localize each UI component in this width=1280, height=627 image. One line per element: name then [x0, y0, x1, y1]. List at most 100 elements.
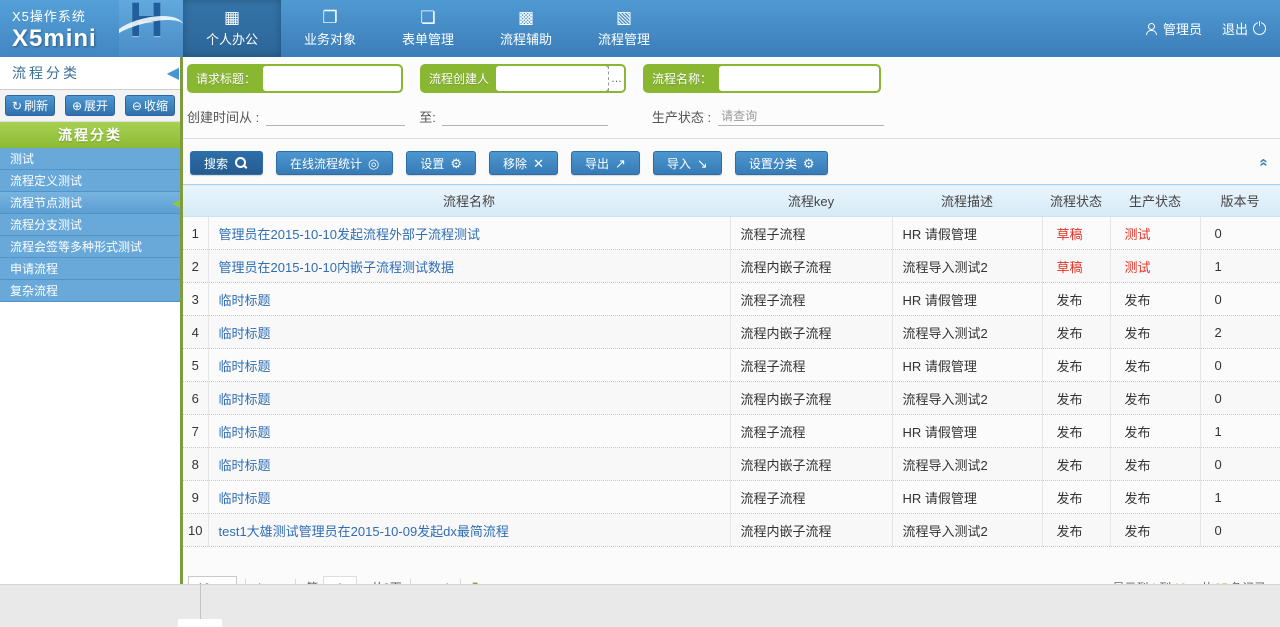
process-name-link[interactable]: 管理员在2015-10-10发起流程外部子流程测试 [219, 227, 481, 242]
process-name-cell: 临时标题 [208, 481, 730, 514]
table-row[interactable]: 8 临时标题 流程内嵌子流程 流程导入测试2 发布 发布 0 [183, 448, 1280, 481]
toolbar-button[interactable]: 设置 ⚙ [406, 151, 476, 175]
tree-item[interactable]: 流程节点测试 ◀ [0, 192, 180, 214]
prod-status-input[interactable] [718, 108, 884, 126]
prod-status-cell: 发布 [1110, 481, 1200, 514]
sidebar-collapse-arrow-icon[interactable]: ◀ [167, 63, 179, 83]
toolbar-button[interactable]: 导入 ↘ [653, 151, 722, 175]
date-from-label: 创建时间从 : [187, 107, 259, 126]
process-name-link[interactable]: 临时标题 [219, 425, 271, 440]
process-status-cell: 草稿 [1042, 217, 1110, 250]
table-row[interactable]: 10 test1大雄测试管理员在2015-10-09发起dx最简流程 流程内嵌子… [183, 514, 1280, 547]
table-row[interactable]: 1 管理员在2015-10-10发起流程外部子流程测试 流程子流程 HR 请假管… [183, 217, 1280, 250]
selected-item-arrow-icon: ◀ [172, 195, 180, 211]
search-field-input[interactable] [263, 66, 401, 91]
table-row[interactable]: 5 临时标题 流程子流程 HR 请假管理 发布 发布 0 [183, 349, 1280, 382]
nav-tab-icon: ❐ [322, 9, 337, 26]
sidebar: 流程分类 ◀ ↻ 刷新 ⊕ 展开 ⊖ 收缩 流程分类 测试 ◀ [0, 57, 180, 585]
toolbar-button[interactable]: 导出 ↗ [571, 151, 640, 175]
toolbar-button-label: 导出 [585, 155, 609, 172]
process-name-link[interactable]: 临时标题 [219, 392, 271, 407]
date-to-label: 至: [419, 107, 436, 126]
nav-tab[interactable]: ❐ 业务对象 [281, 0, 379, 57]
date-from-input[interactable] [266, 108, 405, 126]
process-table: 流程名称 流程key 流程描述 流程状态 生产状态 版本号 1 管理员在2015… [183, 184, 1280, 547]
toolbar-button[interactable]: 在线流程统计 ◎ [276, 151, 393, 175]
logout-button[interactable]: 退出 [1222, 19, 1266, 38]
brand-text: X5操作系统 X5mini [12, 4, 97, 53]
current-user[interactable]: 管理员 [1146, 19, 1202, 38]
app-name: X5mini [12, 25, 97, 53]
table-row[interactable]: 7 临时标题 流程子流程 HR 请假管理 发布 发布 1 [183, 415, 1280, 448]
process-desc-cell: 流程导入测试2 [892, 514, 1042, 547]
process-name-link[interactable]: 管理员在2015-10-10内嵌子流程测试数据 [219, 260, 455, 275]
toolbar-button[interactable]: 设置分类 ⚙ [735, 151, 829, 175]
date-filter-row: 创建时间从 : 至: 生产状态 : [187, 107, 1280, 126]
process-status-cell: 发布 [1042, 382, 1110, 415]
table-row[interactable]: 9 临时标题 流程子流程 HR 请假管理 发布 发布 1 [183, 481, 1280, 514]
tree-item[interactable]: 流程分支测试 ◀ [0, 214, 180, 236]
nav-tab[interactable]: ▦ 个人办公 [183, 0, 281, 57]
nav-tab[interactable]: ▩ 流程辅助 [477, 0, 575, 57]
action-toolbar: 搜索 在线流程统计 ◎ 设置 ⚙ 移除 ✕ 导 [183, 151, 1280, 175]
search-field-input[interactable] [719, 66, 879, 91]
tree-item[interactable]: 流程会签等多种形式测试 ◀ [0, 236, 180, 258]
process-name-cell: 临时标题 [208, 415, 730, 448]
toolbar-button-label: 导入 [667, 155, 691, 172]
process-name-link[interactable]: 临时标题 [219, 359, 271, 374]
tree-button-label: 展开 [84, 97, 108, 114]
toolbar-button-icon: ↘ [697, 157, 708, 170]
process-desc-cell: 流程导入测试2 [892, 316, 1042, 349]
logout-label: 退出 [1222, 19, 1248, 38]
tree-toolbar: ↻ 刷新 ⊕ 展开 ⊖ 收缩 [0, 90, 180, 122]
tree-item[interactable]: 流程定义测试 ◀ [0, 170, 180, 192]
row-number-header [183, 185, 208, 217]
tree-item-label: 申请流程 [10, 260, 58, 277]
splitter-handle[interactable] [178, 619, 222, 627]
prod-status-cell: 发布 [1110, 514, 1200, 547]
toolbar-button[interactable]: 移除 ✕ [489, 151, 558, 175]
tree-toolbar-button[interactable]: ⊕ 展开 [65, 95, 115, 116]
version-cell: 0 [1200, 382, 1280, 415]
search-field-input[interactable] [496, 66, 608, 91]
row-number-cell: 3 [183, 283, 208, 316]
nav-tab[interactable]: ❏ 表单管理 [379, 0, 477, 57]
tree-toolbar-button[interactable]: ⊖ 收缩 [125, 95, 175, 116]
toolbar-button-icon: ✕ [533, 157, 544, 170]
tree-toolbar-button[interactable]: ↻ 刷新 [5, 95, 55, 116]
process-name-link[interactable]: 临时标题 [219, 458, 271, 473]
process-name-link[interactable]: 临时标题 [219, 491, 271, 506]
table-row[interactable]: 4 临时标题 流程内嵌子流程 流程导入测试2 发布 发布 2 [183, 316, 1280, 349]
process-status-cell: 发布 [1042, 481, 1110, 514]
process-name-cell: 临时标题 [208, 349, 730, 382]
nav-tab-icon: ▧ [616, 9, 632, 26]
column-header: 生产状态 [1110, 185, 1200, 217]
picker-ellipsis-button[interactable]: … [608, 66, 624, 91]
person-icon [1146, 23, 1158, 35]
collapse-search-chevron-icon[interactable]: « [1255, 158, 1272, 166]
table-row[interactable]: 6 临时标题 流程内嵌子流程 流程导入测试2 发布 发布 0 [183, 382, 1280, 415]
tree-button-label: 收缩 [144, 97, 168, 114]
tree-button-icon: ↻ [12, 100, 22, 112]
toolbar-button-label: 移除 [503, 155, 527, 172]
process-desc-cell: HR 请假管理 [892, 415, 1042, 448]
nav-tab[interactable]: ▧ 流程管理 [575, 0, 673, 57]
table-row[interactable]: 2 管理员在2015-10-10内嵌子流程测试数据 流程内嵌子流程 流程导入测试… [183, 250, 1280, 283]
tree-item[interactable]: 申请流程 ◀ [0, 258, 180, 280]
tree-item[interactable]: 测试 ◀ [0, 148, 180, 170]
search-field-group: 流程创建人 … [420, 64, 626, 93]
tree-item-label: 复杂流程 [10, 282, 58, 299]
tree-button-icon: ⊖ [132, 100, 142, 112]
process-name-link[interactable]: 临时标题 [219, 326, 271, 341]
row-number-cell: 1 [183, 217, 208, 250]
toolbar-button-icon: ⚙ [450, 157, 462, 170]
row-number-cell: 5 [183, 349, 208, 382]
table-row[interactable]: 3 临时标题 流程子流程 HR 请假管理 发布 发布 0 [183, 283, 1280, 316]
tree-item[interactable]: 复杂流程 ◀ [0, 280, 180, 302]
process-name-link[interactable]: 临时标题 [219, 293, 271, 308]
row-number-cell: 4 [183, 316, 208, 349]
toolbar-button[interactable]: 搜索 [190, 151, 263, 175]
sidebar-panel-title: 流程分类 [12, 63, 80, 83]
date-to-input[interactable] [442, 108, 608, 126]
process-name-link[interactable]: test1大雄测试管理员在2015-10-09发起dx最简流程 [219, 524, 509, 539]
